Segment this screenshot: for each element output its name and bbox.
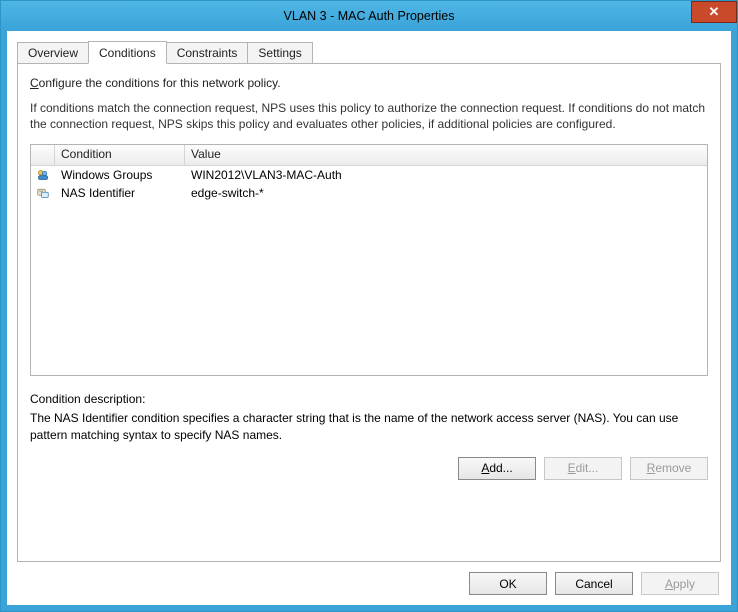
col-condition[interactable]: Condition [55,145,185,165]
list-header: Condition Value [31,145,707,166]
row-value: WIN2012\VLAN3-MAC-Auth [185,167,707,183]
ok-button[interactable]: OK [469,572,547,595]
tab-page-conditions: Configure the conditions for this networ… [17,63,721,562]
configure-accel: C [30,76,39,90]
row-condition: Windows Groups [55,167,185,183]
tab-label: Conditions [99,46,156,60]
row-value: edge-switch-* [185,185,707,201]
col-icon[interactable] [31,145,55,165]
tab-overview[interactable]: Overview [17,42,89,64]
table-row[interactable]: NAS Identifier edge-switch-* [31,184,707,202]
match-description: If conditions match the connection reque… [30,100,708,132]
edit-accel: E [568,461,576,475]
list-body: Windows Groups WIN2012\VLAN3-MAC-Auth NA… [31,166,707,375]
tab-label: Constraints [177,46,238,60]
dialog-button-row: OK Cancel Apply [17,572,721,595]
nas-identifier-icon [37,185,49,201]
apply-label: pply [673,577,695,591]
client-area: Overview Conditions Constraints Settings… [1,31,737,611]
apply-button: Apply [641,572,719,595]
edit-button: Edit... [544,457,622,480]
configure-instruction: Configure the conditions for this networ… [30,76,708,90]
apply-accel: A [665,577,673,591]
cancel-button[interactable]: Cancel [555,572,633,595]
remove-button: Remove [630,457,708,480]
tab-strip: Overview Conditions Constraints Settings [17,41,721,63]
windows-groups-icon [37,167,49,183]
edit-label: dit... [576,461,599,475]
condition-button-row: Add... Edit... Remove [30,457,708,480]
close-button[interactable]: ✕ [691,1,737,23]
row-icon-cell [31,166,55,184]
close-icon: ✕ [709,4,720,20]
tab-label: Overview [28,46,78,60]
configure-text: onfigure the conditions for this network… [39,76,281,90]
tab-conditions[interactable]: Conditions [88,41,167,64]
titlebar: VLAN 3 - MAC Auth Properties ✕ [1,1,737,31]
remove-label: emove [655,461,691,475]
window-title: VLAN 3 - MAC Auth Properties [1,9,737,23]
tab-label: Settings [258,46,301,60]
tab-constraints[interactable]: Constraints [166,42,249,64]
row-icon-cell [31,184,55,202]
condition-desc-label: Condition description: [30,392,708,406]
add-button[interactable]: Add... [458,457,536,480]
table-row[interactable]: Windows Groups WIN2012\VLAN3-MAC-Auth [31,166,707,184]
tab-settings[interactable]: Settings [247,42,312,64]
condition-desc-text: The NAS Identifier condition specifies a… [30,410,708,442]
add-label: dd... [489,461,512,475]
conditions-list[interactable]: Condition Value Windows Groups [30,144,708,376]
remove-accel: R [647,461,656,475]
dialog-window: VLAN 3 - MAC Auth Properties ✕ Overview … [0,0,738,612]
col-value[interactable]: Value [185,145,707,165]
row-condition: NAS Identifier [55,185,185,201]
